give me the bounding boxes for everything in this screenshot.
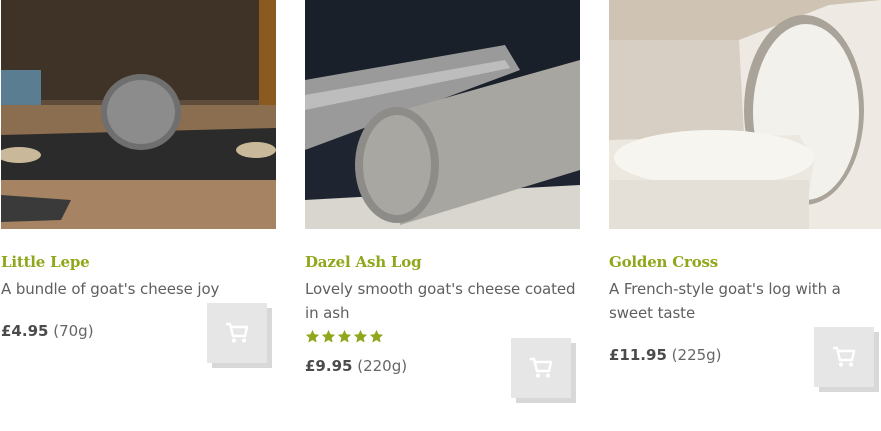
- product-weight: (220g): [357, 357, 408, 375]
- star-icon: [305, 329, 320, 343]
- product-price: £11.95 (225g): [609, 346, 722, 364]
- product-price: £9.95 (220g): [305, 357, 407, 375]
- product-image[interactable]: [609, 0, 881, 229]
- star-icon: [321, 329, 336, 343]
- product-name[interactable]: Little Lepe: [1, 253, 90, 271]
- star-icon: [353, 329, 368, 343]
- product-weight: (225g): [671, 346, 722, 364]
- product-card: Dazel Ash Log Lovely smooth goat's chees…: [305, 0, 580, 431]
- product-image[interactable]: [1, 0, 276, 229]
- product-description: Lovely smooth goat's cheese coated in as…: [305, 280, 576, 322]
- product-price: £4.95 (70g): [1, 322, 94, 340]
- product-description: A French-style goat's log with a sweet t…: [609, 280, 841, 322]
- add-to-cart-button[interactable]: [814, 327, 874, 387]
- product-description: A bundle of goat's cheese joy: [1, 280, 220, 298]
- star-icon: [369, 329, 384, 343]
- product-card: Golden Cross A French-style goat's log w…: [609, 0, 881, 431]
- product-weight: (70g): [53, 322, 94, 340]
- product-card: Little Lepe A bundle of goat's cheese jo…: [1, 0, 276, 431]
- price-amount: £9.95: [305, 357, 353, 375]
- add-to-cart-button[interactable]: [207, 303, 267, 363]
- cart-icon: [833, 346, 856, 367]
- add-to-cart-button[interactable]: [511, 338, 571, 398]
- cart-icon: [530, 357, 553, 378]
- product-name[interactable]: Dazel Ash Log: [305, 253, 422, 271]
- product-image[interactable]: [305, 0, 580, 229]
- price-amount: £11.95: [609, 346, 667, 364]
- cart-icon: [226, 322, 249, 343]
- star-rating: [305, 329, 384, 346]
- star-icon: [337, 329, 352, 343]
- price-amount: £4.95: [1, 322, 49, 340]
- product-name[interactable]: Golden Cross: [609, 253, 718, 271]
